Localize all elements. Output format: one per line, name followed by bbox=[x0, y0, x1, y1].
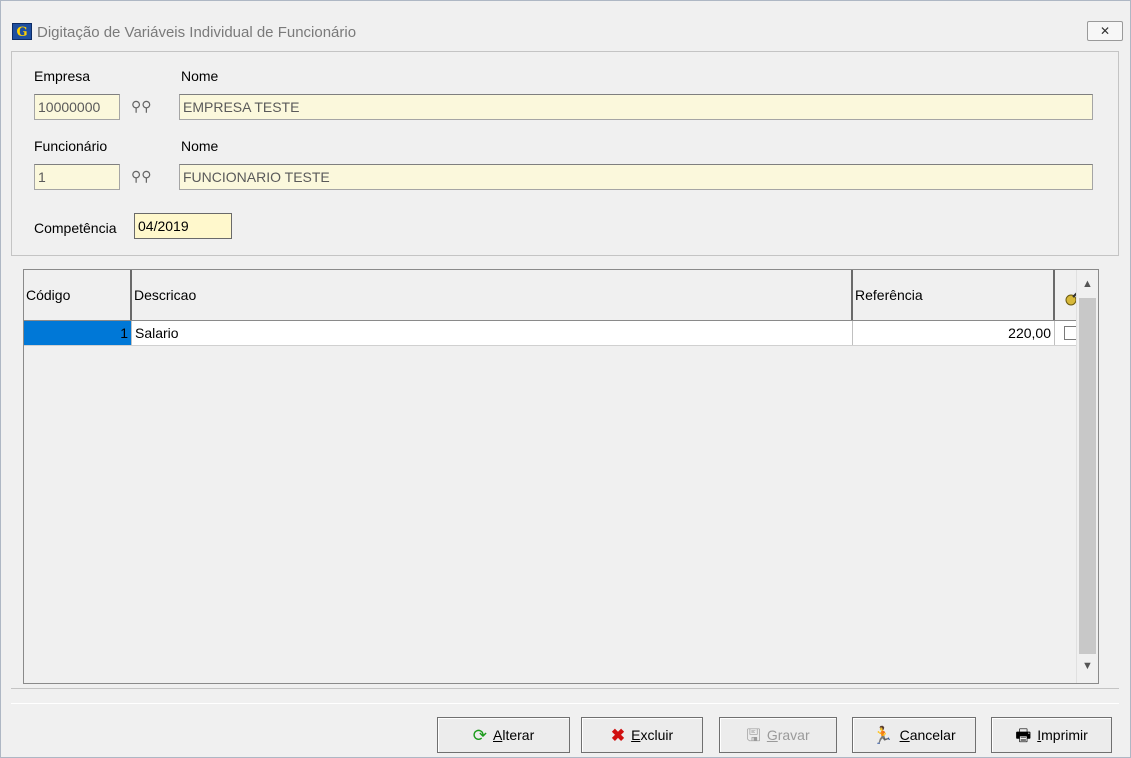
cell-codigo[interactable]: 1 bbox=[24, 321, 132, 345]
imprimir-label: Imprimir bbox=[1037, 727, 1088, 743]
status-bar bbox=[11, 688, 1119, 704]
cancelar-button[interactable]: 🏃 Cancelar bbox=[852, 717, 976, 753]
running-man-icon: 🏃 bbox=[872, 725, 894, 745]
variables-grid: Código Descricao Referência 1 Salario 22… bbox=[23, 269, 1099, 684]
close-button[interactable]: ✕ bbox=[1087, 21, 1123, 41]
alterar-label: Alterar bbox=[493, 727, 535, 743]
column-header-referencia[interactable]: Referência bbox=[853, 270, 1055, 320]
funcionario-label: Funcionário bbox=[34, 138, 108, 154]
floppy-disk-icon: 🖫 bbox=[746, 725, 761, 745]
empresa-nome-label: Nome bbox=[181, 68, 219, 84]
table-row[interactable]: 1 Salario 220,00 bbox=[24, 321, 1095, 346]
imprimir-button[interactable]: 🖶 Imprimir bbox=[991, 717, 1112, 753]
excluir-label: Excluir bbox=[631, 727, 674, 743]
binoculars-search-icon[interactable]: ⚲⚲ bbox=[131, 168, 152, 185]
header-panel: Empresa Nome 10000000 ⚲⚲ EMPRESA TESTE F… bbox=[11, 51, 1119, 256]
delete-x-icon: ✖ bbox=[610, 725, 626, 745]
scroll-up-icon[interactable]: ▲ bbox=[1077, 278, 1098, 290]
cell-descricao[interactable]: Salario bbox=[132, 321, 853, 345]
app-logo-icon: G bbox=[12, 23, 32, 40]
funcionario-code-field[interactable]: 1 bbox=[34, 164, 120, 190]
scroll-down-icon[interactable]: ▼ bbox=[1077, 660, 1098, 672]
printer-icon: 🖶 bbox=[1015, 725, 1032, 745]
scrollbar-track[interactable] bbox=[1079, 298, 1096, 654]
column-header-codigo[interactable]: Código bbox=[24, 270, 132, 320]
competencia-label: Competência bbox=[34, 220, 117, 236]
cancelar-label: Cancelar bbox=[899, 727, 956, 743]
vertical-scrollbar[interactable]: ▲ ▼ bbox=[1076, 270, 1098, 683]
gravar-button[interactable]: 🖫 Gravar bbox=[719, 717, 837, 753]
alterar-button[interactable]: ⟳ Alterar bbox=[437, 717, 570, 753]
gravar-label: Gravar bbox=[766, 727, 810, 743]
funcionario-name-field[interactable]: FUNCIONARIO TESTE bbox=[179, 164, 1093, 190]
excluir-button[interactable]: ✖ Excluir bbox=[581, 717, 703, 753]
title-bar: G Digitação de Variáveis Individual de F… bbox=[1, 1, 1130, 41]
cell-referencia[interactable]: 220,00 bbox=[853, 321, 1055, 345]
column-header-descricao[interactable]: Descricao bbox=[132, 270, 853, 320]
empresa-code-field[interactable]: 10000000 bbox=[34, 94, 120, 120]
empresa-label: Empresa bbox=[34, 68, 91, 84]
dialog-window: G Digitação de Variáveis Individual de F… bbox=[0, 0, 1131, 758]
funcionario-nome-label: Nome bbox=[181, 138, 219, 154]
window-title: Digitação de Variáveis Individual de Fun… bbox=[37, 24, 357, 41]
competencia-field[interactable]: 04/2019 bbox=[134, 213, 232, 239]
refresh-icon: ⟳ bbox=[472, 725, 487, 745]
binoculars-search-icon[interactable]: ⚲⚲ bbox=[131, 98, 152, 115]
empresa-name-field[interactable]: EMPRESA TESTE bbox=[179, 94, 1093, 120]
grid-header: Código Descricao Referência bbox=[24, 270, 1095, 321]
